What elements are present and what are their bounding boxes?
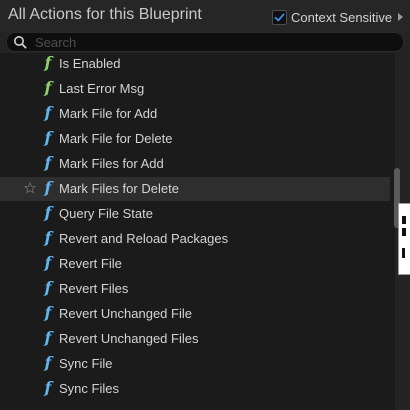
panel-title: All Actions for this Blueprint <box>8 6 202 23</box>
function-icon: f <box>44 378 52 397</box>
list-item[interactable]: f Sync File <box>0 352 390 376</box>
function-icon: f <box>44 103 52 122</box>
list-item[interactable]: f Revert Files <box>0 277 390 301</box>
list-item-label: Mark File for Delete <box>59 131 173 146</box>
list-item[interactable]: f Mark File for Add <box>0 102 390 126</box>
list-item-label: Revert Files <box>59 281 129 296</box>
list-item[interactable]: f Sync Files <box>0 377 390 401</box>
list-item-label: Last Error Msg <box>59 81 145 96</box>
function-icon: f <box>44 303 52 322</box>
list-item-label: Mark Files for Delete <box>59 181 179 196</box>
chevron-right-icon[interactable] <box>398 13 404 21</box>
list-item[interactable]: f Revert Unchanged File <box>0 302 390 326</box>
list-item-label: Revert Unchanged Files <box>59 331 199 346</box>
context-sensitive-toggle[interactable]: Context Sensitive <box>272 8 404 26</box>
list-item[interactable]: f Last Error Msg <box>0 77 390 101</box>
tooltip-popup <box>398 203 410 275</box>
list-item[interactable]: f Revert Unchanged Files <box>0 327 390 351</box>
list-item[interactable]: f Revert and Reload Packages <box>0 227 390 251</box>
list-item-label: Mark File for Add <box>59 106 158 121</box>
list-item-label: Sync Files <box>59 381 119 396</box>
list-item[interactable]: f Is Enabled <box>0 53 390 76</box>
function-icon: f <box>44 128 52 147</box>
list-item-label: Query File State <box>59 206 153 221</box>
list-item[interactable]: f Query File State <box>0 202 390 226</box>
list-item-label: Revert Unchanged File <box>59 306 192 321</box>
action-menu-header: All Actions for this Blueprint Context S… <box>0 0 410 32</box>
function-icon: f <box>44 78 52 97</box>
list-item-label: Mark Files for Add <box>59 156 164 171</box>
search-box[interactable] <box>6 32 404 52</box>
list-item[interactable]: f Mark Files for Add <box>0 152 390 176</box>
action-list: f Is Enabled f Last Error Msg f Mark File for… <box>0 53 395 410</box>
action-menu-panel: All Actions for this Blueprint Context S… <box>0 0 410 410</box>
list-item[interactable]: f Mark File for Delete <box>0 127 390 151</box>
list-item-label: Revert and Reload Packages <box>59 231 229 246</box>
tooltip-text-fragment <box>402 248 405 258</box>
function-icon: f <box>44 228 52 247</box>
function-icon: f <box>44 153 52 172</box>
tooltip-text-fragment <box>402 216 406 224</box>
function-icon: f <box>44 53 52 72</box>
search-icon <box>14 36 27 49</box>
function-icon: f <box>44 353 52 372</box>
list-item-label: Is Enabled <box>59 56 121 71</box>
list-item-label: Revert File <box>59 256 122 271</box>
checkmark-icon <box>274 12 285 21</box>
list-item[interactable]: f Mark Files for Delete <box>0 177 390 201</box>
function-icon: f <box>44 328 52 347</box>
list-item[interactable]: f Revert File <box>0 252 390 276</box>
search-input[interactable] <box>35 34 403 50</box>
context-sensitive-label: Context Sensitive <box>291 9 393 25</box>
function-icon: f <box>44 253 52 272</box>
function-icon: f <box>44 178 52 197</box>
tooltip-text-fragment <box>402 228 406 236</box>
function-icon: f <box>44 278 52 297</box>
list-item-label: Sync File <box>59 356 113 371</box>
function-icon: f <box>44 203 52 222</box>
context-sensitive-checkbox[interactable] <box>272 9 287 25</box>
favorite-star-icon[interactable] <box>24 182 36 194</box>
